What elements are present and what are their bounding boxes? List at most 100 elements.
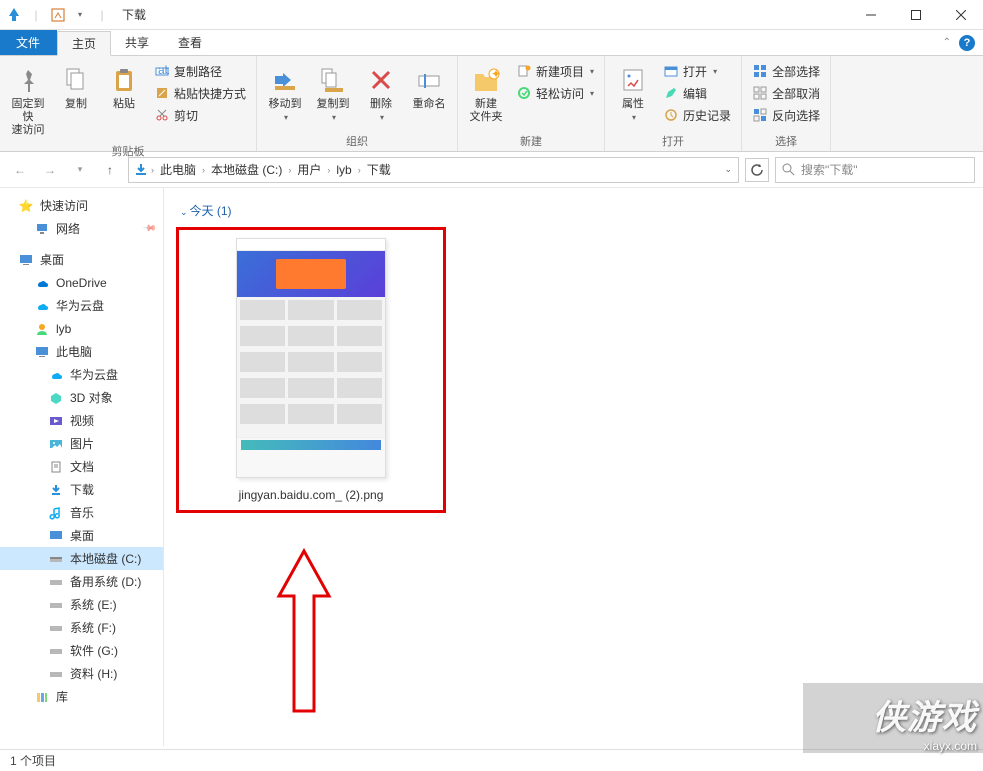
invert-selection-button[interactable]: 反向选择 (748, 104, 824, 126)
sidebar-onedrive[interactable]: OneDrive (0, 271, 163, 294)
select-none-button[interactable]: 全部取消 (748, 82, 824, 104)
cut-button[interactable]: 剪切 (150, 104, 250, 126)
path-icon: abc (154, 63, 170, 79)
edit-icon (663, 85, 679, 101)
sidebar-videos[interactable]: 视频 (0, 409, 163, 432)
invert-icon (752, 107, 768, 123)
sidebar-huawei-cloud[interactable]: 华为云盘 (0, 294, 163, 317)
network-icon (34, 221, 50, 237)
select-all-icon (752, 63, 768, 79)
pin-to-quick-access-button[interactable]: 固定到快 速访问 (6, 60, 50, 141)
scissors-icon (154, 107, 170, 123)
drive-icon (48, 597, 64, 613)
onedrive-icon (34, 275, 50, 291)
recent-dropdown[interactable]: ▾ (68, 158, 92, 182)
new-item-icon (516, 63, 532, 79)
sidebar-network[interactable]: 网络 (0, 217, 163, 240)
drive-icon (48, 574, 64, 590)
close-button[interactable] (938, 0, 983, 30)
drive-icon (48, 551, 64, 567)
back-button[interactable]: ← (8, 158, 32, 182)
select-all-button[interactable]: 全部选择 (748, 60, 824, 82)
svg-text:abc: abc (158, 64, 169, 77)
sidebar-documents[interactable]: 文档 (0, 455, 163, 478)
sidebar-libraries[interactable]: 库 (0, 685, 163, 708)
select-group-label: 选择 (748, 131, 824, 151)
watermark-bg (803, 683, 983, 753)
properties-button[interactable]: 属性▾ (611, 60, 655, 126)
shortcut-icon (154, 85, 170, 101)
breadcrumb-item[interactable]: 用户 (293, 161, 325, 178)
sidebar-drive-f[interactable]: 系统 (F:) (0, 616, 163, 639)
copy-path-button[interactable]: abc复制路径 (150, 60, 250, 82)
tab-home[interactable]: 主页 (57, 31, 111, 56)
delete-button[interactable]: 删除▾ (359, 60, 403, 126)
sidebar-huawei-cloud-2[interactable]: 华为云盘 (0, 363, 163, 386)
move-to-button[interactable]: 移动到▾ (263, 60, 307, 126)
tab-share[interactable]: 共享 (111, 30, 164, 55)
breadcrumb-item[interactable]: lyb (332, 163, 355, 177)
sidebar-desktop[interactable]: 桌面 (0, 524, 163, 547)
content-pane[interactable]: ⌄今天 (1) jingyan.baidu.com_ (2).png (164, 188, 983, 746)
refresh-button[interactable] (745, 158, 769, 182)
paste-button[interactable]: 粘贴 (102, 60, 146, 115)
group-header-today[interactable]: ⌄今天 (1) (180, 202, 971, 219)
navigation-pane[interactable]: ⭐快速访问 网络 桌面 OneDrive 华为云盘 lyb 此电脑 华为云盘 3… (0, 188, 164, 746)
svg-text:✦: ✦ (491, 67, 500, 81)
sidebar-drive-h[interactable]: 资料 (H:) (0, 662, 163, 685)
breadcrumb-item[interactable]: 此电脑 (156, 161, 200, 178)
sidebar-this-pc[interactable]: 此电脑 (0, 340, 163, 363)
paste-shortcut-button[interactable]: 粘贴快捷方式 (150, 82, 250, 104)
sidebar-drive-g[interactable]: 软件 (G:) (0, 639, 163, 662)
easy-access-button[interactable]: 轻松访问▾ (512, 82, 598, 104)
sidebar-desktop-root[interactable]: 桌面 (0, 248, 163, 271)
cube-icon (48, 390, 64, 406)
music-icon (48, 505, 64, 521)
address-dropdown-icon[interactable]: ⌄ (724, 164, 732, 175)
library-icon (34, 689, 50, 705)
minimize-button[interactable] (848, 0, 893, 30)
tab-view[interactable]: 查看 (164, 30, 217, 55)
ribbon-collapse-icon[interactable]: ⌃ (943, 37, 951, 48)
sidebar-drive-e[interactable]: 系统 (E:) (0, 593, 163, 616)
breadcrumb-item[interactable]: 本地磁盘 (C:) (207, 161, 286, 178)
qat-properties-icon[interactable] (48, 5, 68, 25)
cloud-icon (48, 367, 64, 383)
move-to-icon (269, 64, 301, 96)
organize-group-label: 组织 (263, 131, 451, 151)
sidebar-user[interactable]: lyb (0, 317, 163, 340)
title-bar: | ▾ | 下载 (0, 0, 983, 30)
new-folder-button[interactable]: ✦ 新建 文件夹 (464, 60, 508, 128)
sidebar-downloads[interactable]: 下载 (0, 478, 163, 501)
forward-button[interactable]: → (38, 158, 62, 182)
search-input[interactable]: 搜索"下载" (775, 157, 975, 183)
breadcrumb-item[interactable]: 下载 (363, 161, 395, 178)
sidebar-quick-access[interactable]: ⭐快速访问 (0, 194, 163, 217)
easy-access-icon (516, 85, 532, 101)
open-icon (663, 63, 679, 79)
sidebar-pictures[interactable]: 图片 (0, 432, 163, 455)
sidebar-3d-objects[interactable]: 3D 对象 (0, 386, 163, 409)
up-button[interactable]: ↑ (98, 158, 122, 182)
search-placeholder: 搜索"下载" (801, 161, 858, 178)
edit-button[interactable]: 编辑 (659, 82, 735, 104)
new-item-button[interactable]: 新建项目▾ (512, 60, 598, 82)
open-button[interactable]: 打开▾ (659, 60, 735, 82)
sidebar-music[interactable]: 音乐 (0, 501, 163, 524)
qat-dropdown-icon[interactable]: ▾ (70, 5, 90, 25)
sidebar-drive-d[interactable]: 备用系统 (D:) (0, 570, 163, 593)
copy-button[interactable]: 复制 (54, 60, 98, 115)
rename-button[interactable]: 重命名 (407, 60, 451, 115)
maximize-button[interactable] (893, 0, 938, 30)
cloud-icon (34, 298, 50, 314)
tab-file[interactable]: 文件 (0, 30, 57, 55)
window-title: 下载 (122, 6, 146, 23)
file-item[interactable]: jingyan.baidu.com_ (2).png (176, 227, 446, 513)
history-button[interactable]: 历史记录 (659, 104, 735, 126)
pc-icon (34, 344, 50, 360)
help-icon[interactable]: ? (959, 35, 975, 51)
copy-to-button[interactable]: 复制到▾ (311, 60, 355, 126)
user-icon (34, 321, 50, 337)
breadcrumb[interactable]: › 此电脑› 本地磁盘 (C:)› 用户› lyb› 下载 ⌄ (128, 157, 739, 183)
sidebar-drive-c[interactable]: 本地磁盘 (C:) (0, 547, 163, 570)
